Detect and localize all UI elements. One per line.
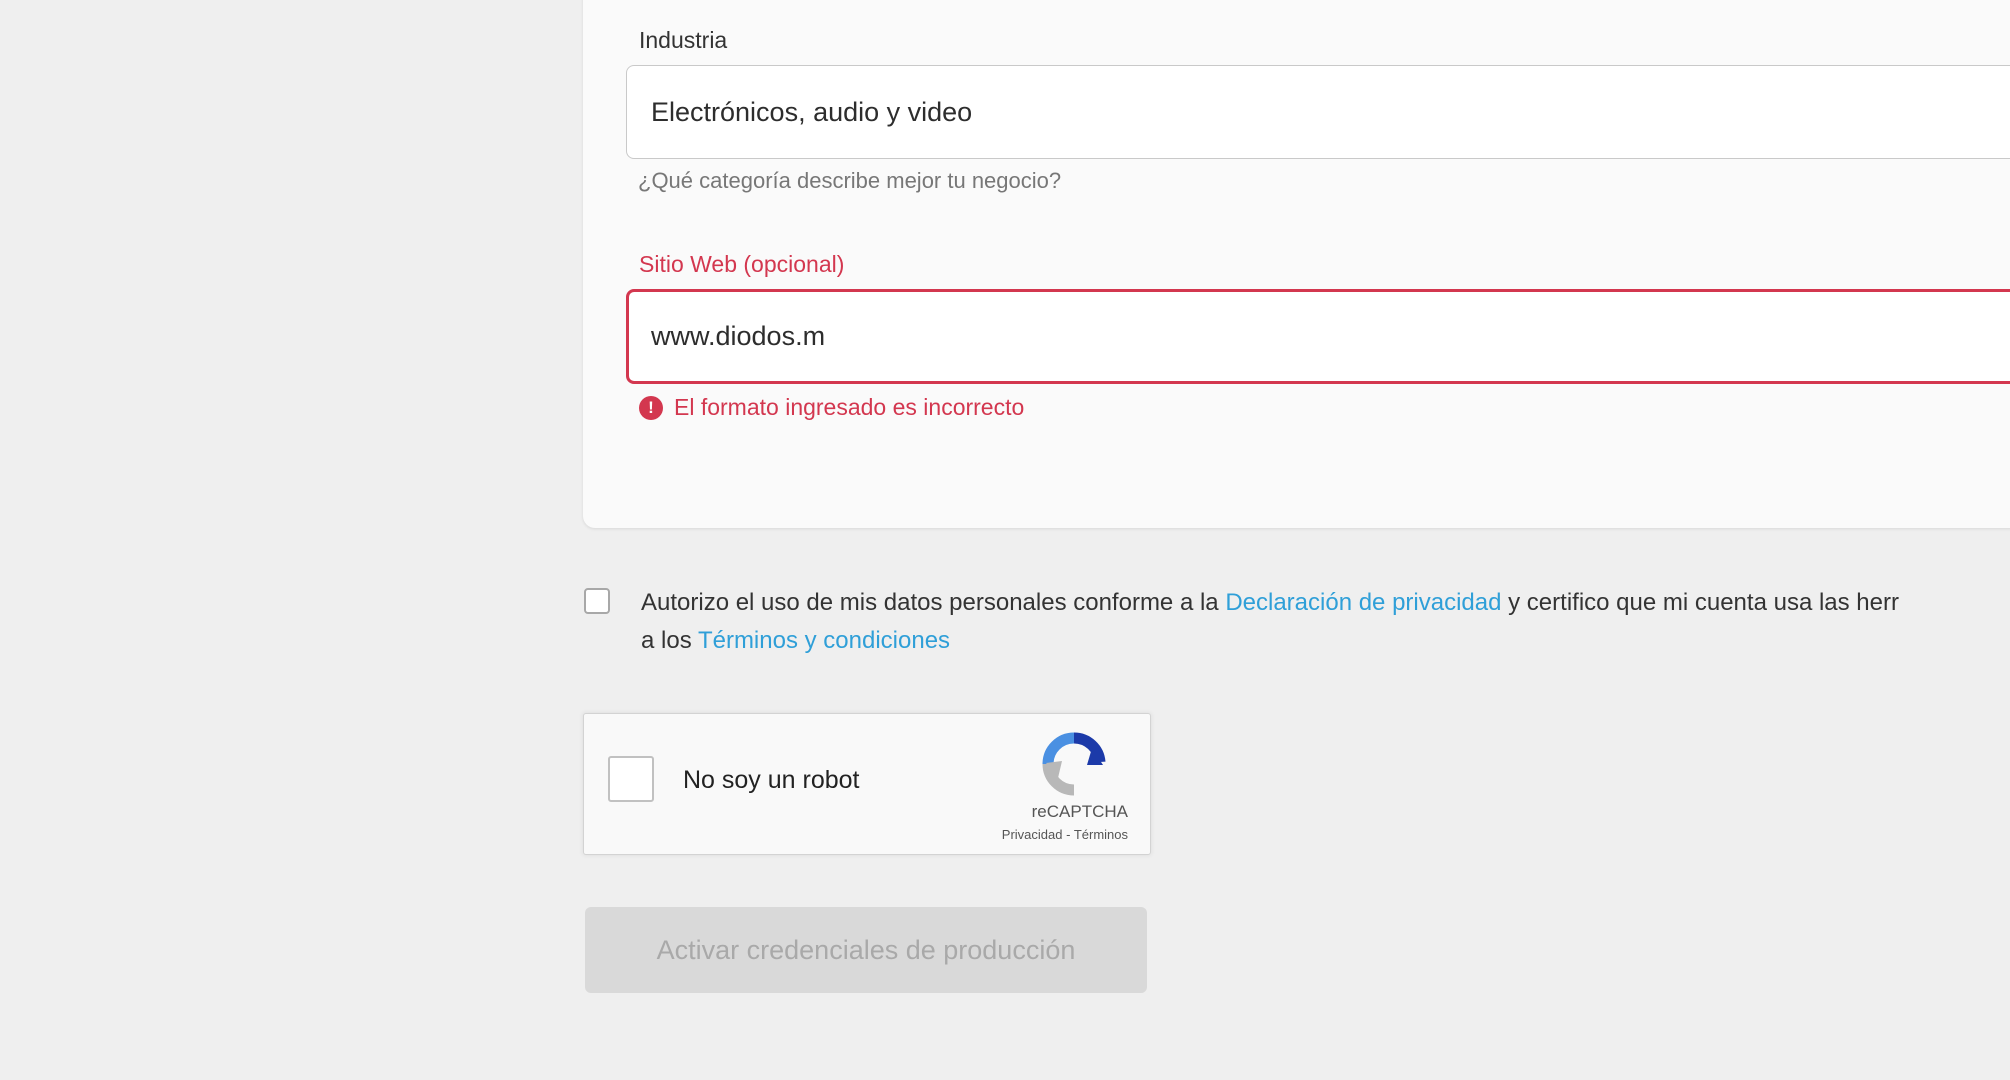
- recaptcha-checkbox[interactable]: [608, 756, 654, 802]
- consent-text-part3: a los: [641, 627, 698, 654]
- recaptcha-terms-link[interactable]: Términos: [1074, 827, 1128, 842]
- website-input[interactable]: www.diodos.m: [626, 289, 2010, 384]
- recaptcha-logo-icon: [1042, 732, 1106, 796]
- consent-text-part2: y certifico que mi cuenta usa las herr: [1501, 589, 1899, 616]
- activate-credentials-button[interactable]: Activar credenciales de producción: [585, 907, 1147, 993]
- recaptcha-link-separator: -: [1062, 827, 1074, 842]
- industry-select[interactable]: Electrónicos, audio y video: [626, 65, 2010, 159]
- recaptcha-links: Privacidad - Términos: [1002, 827, 1128, 842]
- recaptcha-privacy-link[interactable]: Privacidad: [1002, 827, 1063, 842]
- recaptcha-label: No soy un robot: [683, 766, 860, 794]
- industry-label: Industria: [639, 27, 728, 53]
- error-icon: !: [639, 395, 663, 420]
- website-error-message: ! El formato ingresado es incorrecto: [639, 394, 1024, 421]
- terms-link[interactable]: Términos y condiciones: [698, 627, 950, 654]
- privacy-declaration-link[interactable]: Declaración de privacidad: [1225, 589, 1501, 616]
- consent-checkbox[interactable]: [584, 588, 610, 614]
- website-value: www.diodos.m: [651, 321, 826, 351]
- consent-text-part1: Autorizo el uso de mis datos personales …: [641, 589, 1226, 616]
- industry-helper-text: ¿Qué categoría describe mejor tu negocio…: [638, 168, 1062, 193]
- website-error-text: El formato ingresado es incorrecto: [674, 394, 1025, 420]
- recaptcha-widget: No soy un robot reCAPTCHA Privacidad - T…: [583, 713, 1151, 855]
- industry-value: Electrónicos, audio y video: [651, 96, 973, 127]
- website-label: Sitio Web (opcional): [639, 251, 845, 277]
- consent-text: Autorizo el uso de mis datos personales …: [641, 584, 2010, 660]
- recaptcha-brand: reCAPTCHA: [1031, 802, 1128, 821]
